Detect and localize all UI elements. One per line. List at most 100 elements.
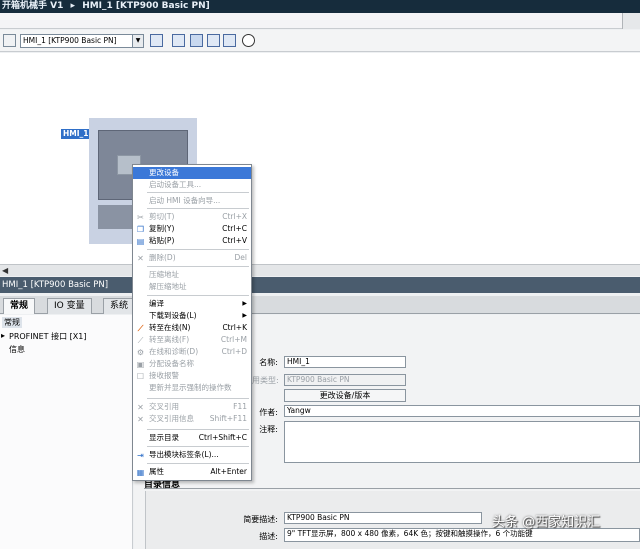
menu-item-compress-address[interactable]: 压缩地址 <box>133 269 251 281</box>
layout-icon[interactable] <box>223 34 236 47</box>
menu-item-label: 分配设备名称 <box>149 359 194 368</box>
menu-item-shortcut: Ctrl+X <box>222 212 247 221</box>
desc-field: 9" TFT显示屏，800 x 480 像素，64K 色；按键和触摸操作，6 个… <box>284 528 640 542</box>
menu-item-shortcut: Alt+Enter <box>210 467 247 476</box>
menu-item-receive-alarms[interactable]: ☐ 接收报警 <box>133 370 251 382</box>
catalog-title: 目录信息 <box>144 480 181 490</box>
menu-item-label: 下载到设备(L) <box>149 311 197 320</box>
properties-nav: 常规 ▸ PROFINET 接口 [X1] 信息 <box>0 315 133 549</box>
checkbox-icon: ☐ <box>136 372 145 381</box>
device-label[interactable]: HMI_1 <box>61 129 89 139</box>
menu-item-label: 显示目录 <box>149 433 179 442</box>
menu-item-shortcut: Ctrl+M <box>220 335 247 344</box>
menu-item-hmi-wizard[interactable]: 启动 HMI 设备向导... <box>133 195 251 207</box>
menu-item-label: 复制(Y) <box>149 224 175 233</box>
panel-icon[interactable] <box>207 34 220 47</box>
window-restore-button[interactable] <box>622 13 640 29</box>
desc-label: 描述: <box>259 532 278 541</box>
menu-item-copy[interactable]: ❐ 复制(Y) Ctrl+C <box>133 223 251 235</box>
menu-separator <box>147 398 249 399</box>
properties-icon: ▦ <box>136 468 145 477</box>
menu-item-shortcut: Ctrl+D <box>221 347 247 356</box>
menu-item-label: 交叉引用信息 <box>149 414 194 423</box>
menu-item-cross-reference-info[interactable]: ✕ 交叉引用信息 Shift+F11 <box>133 413 251 425</box>
device-select[interactable]: HMI_1 [KTP900 Basic PN] ▼ <box>20 34 144 48</box>
menu-item-label: 转至离线(F) <box>149 335 190 344</box>
author-label: 作者: <box>259 408 278 417</box>
menu-item-compile[interactable]: 编译 ▶ <box>133 298 251 310</box>
menu-item-go-online[interactable]: ⟋ 转至在线(N) Ctrl+K <box>133 322 251 334</box>
nav-profinet[interactable]: PROFINET 接口 [X1] <box>9 331 86 342</box>
menu-item-label: 更新并显示强制的操作数 <box>149 383 232 392</box>
nav-expand-icon[interactable]: ▸ <box>1 331 5 340</box>
menu-item-change-device[interactable]: 更改设备 <box>133 167 251 179</box>
zoom-icon[interactable] <box>242 34 255 47</box>
menu-item-decompress-address[interactable]: 解压缩地址 <box>133 281 251 293</box>
comment-label: 注释: <box>259 425 278 434</box>
submenu-arrow-icon: ▶ <box>242 300 247 307</box>
menu-item-online-diagnostics[interactable]: ⚙ 在线和诊断(D) Ctrl+D <box>133 346 251 358</box>
short-desc-label: 简要描述: <box>243 515 278 524</box>
menu-item-assign-device-name[interactable]: ▣ 分配设备名称 <box>133 358 251 370</box>
menu-item-label: 属性 <box>149 467 164 476</box>
menu-item-start-device-tool[interactable]: 启动设备工具... <box>133 179 251 191</box>
menu-item-label: 解压缩地址 <box>149 282 187 291</box>
properties-header: HMI_1 [KTP900 Basic PN] <box>0 277 640 293</box>
copy-icon: ❐ <box>136 225 145 234</box>
tab-io-tags[interactable]: IO 变量 <box>47 298 92 314</box>
menu-item-go-offline[interactable]: ⟋ 转至离线(F) Ctrl+M <box>133 334 251 346</box>
nav-info[interactable]: 信息 <box>9 344 25 355</box>
menu-item-cut[interactable]: ✂ 剪切(T) Ctrl+X <box>133 211 251 223</box>
paste-icon: ▤ <box>136 237 145 246</box>
menu-item-cross-reference[interactable]: ✕ 交叉引用 F11 <box>133 401 251 413</box>
comment-field[interactable] <box>284 421 640 463</box>
menu-item-label: 更改设备 <box>149 168 179 177</box>
chevron-down-icon[interactable]: ▼ <box>132 35 143 47</box>
type-field: KTP900 Basic PN <box>284 374 406 386</box>
menu-item-shortcut: Ctrl+Shift+C <box>198 433 247 442</box>
type-label: 用类型: <box>252 376 279 385</box>
menu-item-shortcut: Ctrl+C <box>222 224 247 233</box>
properties-tabs: 常规 IO 变量 系统 <box>0 296 640 314</box>
nav-general[interactable]: 常规 <box>2 317 22 328</box>
go-online-icon: ⟋ <box>137 324 144 333</box>
grid-icon[interactable] <box>190 34 203 47</box>
scroll-left-icon[interactable]: ◀ <box>2 265 8 276</box>
menu-item-label: 启动设备工具... <box>149 180 202 189</box>
props-icon[interactable] <box>150 34 163 47</box>
menu-item-export-labels[interactable]: ⇥ 导出模块标签条(L)... <box>133 449 251 461</box>
menu-item-download[interactable]: 下载到设备(L) ▶ <box>133 310 251 322</box>
title-bar: 开箱机械手 V1 ▸ HMI_1 [KTP900 Basic PN] <box>0 0 640 13</box>
editor-toolbar: HMI_1 [KTP900 Basic PN] ▼ <box>0 30 640 52</box>
menu-item-update-forced-operands[interactable]: 更新并显示强制的操作数 <box>133 382 251 394</box>
diagnostics-icon: ⚙ <box>136 348 145 357</box>
project-title: 开箱机械手 V1 <box>2 1 64 11</box>
menu-item-properties[interactable]: ▦ 属性 Alt+Enter <box>133 466 251 478</box>
horizontal-scrollbar[interactable]: ◀ <box>0 264 640 276</box>
cross-reference-info-icon: ✕ <box>137 415 144 424</box>
author-field[interactable]: Yangw <box>284 405 640 417</box>
table-icon[interactable] <box>172 34 185 47</box>
cross-reference-icon: ✕ <box>137 403 144 412</box>
name-field[interactable]: HMI_1 <box>284 356 406 368</box>
menu-item-label: 接收报警 <box>149 371 179 380</box>
context-menu: 更改设备 启动设备工具... 启动 HMI 设备向导... ✂ 剪切(T) Ct… <box>132 164 252 481</box>
window-subbar <box>0 13 640 29</box>
menu-item-show-catalog[interactable]: 显示目录 Ctrl+Shift+C <box>133 432 251 444</box>
menu-item-paste[interactable]: ▤ 粘贴(P) Ctrl+V <box>133 235 251 247</box>
menu-item-label: 启动 HMI 设备向导... <box>149 196 221 205</box>
tab-system[interactable]: 系统 <box>103 298 136 314</box>
device-select-value: HMI_1 [KTP900 Basic PN] <box>23 36 117 45</box>
breadcrumb-separator: ▸ <box>70 1 76 11</box>
submenu-arrow-icon: ▶ <box>242 312 247 319</box>
go-offline-icon: ⟋ <box>137 336 144 345</box>
menu-item-delete[interactable]: ✕ 删除(D) Del <box>133 252 251 264</box>
menu-item-shortcut: Ctrl+K <box>222 323 247 332</box>
network-icon[interactable] <box>3 34 16 47</box>
menu-item-label: 压缩地址 <box>149 270 179 279</box>
change-device-button[interactable]: 更改设备/版本 <box>284 389 406 402</box>
tab-general[interactable]: 常规 <box>3 298 36 314</box>
menu-separator <box>147 446 249 447</box>
menu-separator <box>147 192 249 193</box>
menu-item-label: 导出模块标签条(L)... <box>149 450 219 459</box>
